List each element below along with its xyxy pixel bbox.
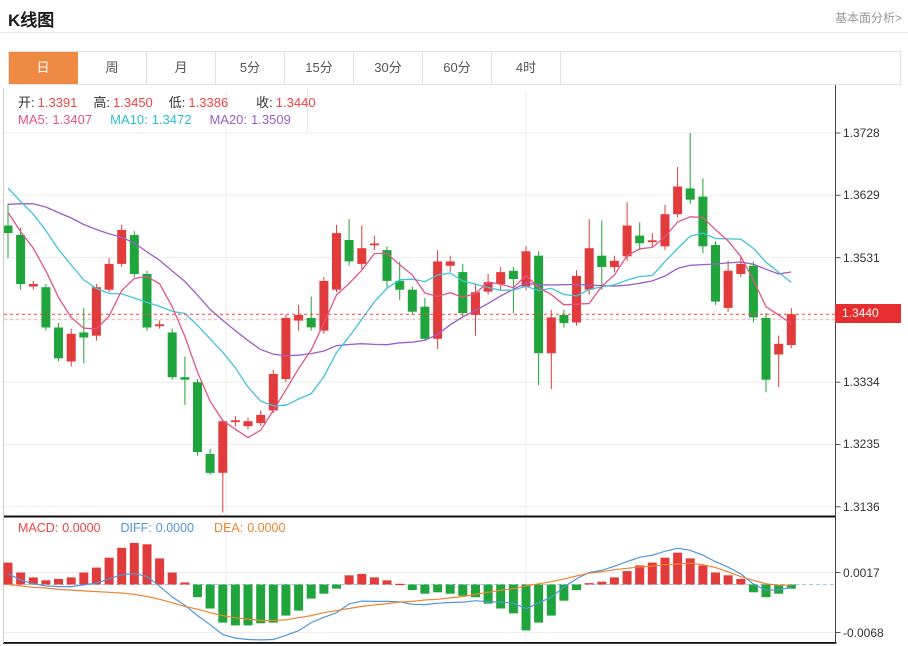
- fundamental-analysis-link[interactable]: 基本面分析>: [835, 9, 902, 26]
- ma10-label: MA10:: [110, 112, 148, 127]
- current-price-badge: 1.3440: [835, 304, 901, 323]
- dea-value: 0.0000: [247, 521, 285, 535]
- price-tick-label: 1.3629: [843, 188, 880, 202]
- macd-value: 0.0000: [62, 521, 100, 535]
- dea-label: DEA:: [214, 521, 243, 535]
- tab-60min[interactable]: 60分: [423, 52, 492, 84]
- close-value: 1.3440: [276, 95, 316, 110]
- tab-30min[interactable]: 30分: [354, 52, 423, 84]
- page-title: K线图: [8, 6, 54, 31]
- ma5-value: 1.3407: [52, 112, 92, 127]
- ma10-value: 1.3472: [152, 112, 192, 127]
- price-tick-label: 1.3728: [843, 126, 880, 140]
- axis-ticks: [836, 133, 841, 633]
- gridlines: [4, 88, 835, 643]
- macd-hist-readout: MACD: 0.0000: [18, 521, 101, 535]
- open-label: 开:: [18, 95, 35, 110]
- ma20-value: 1.3509: [251, 112, 291, 127]
- macd-histogram: [4, 543, 796, 631]
- price-tick-label: 1.3136: [843, 500, 880, 514]
- ma5-label: MA5:: [18, 112, 48, 127]
- dea-readout: DEA: 0.0000: [214, 521, 285, 535]
- ma20-label: MA20:: [209, 112, 247, 127]
- ma20-readout: MA20: 1.3509: [209, 112, 290, 127]
- ma-readout: MA5: 1.3407 MA10: 1.3472 MA20: 1.3509: [18, 112, 291, 127]
- bottom-border: [3, 642, 837, 644]
- macd-readout: MACD: 0.0000 DIFF: 0.0000 DEA: 0.0000: [18, 521, 285, 535]
- tab-5min[interactable]: 5分: [216, 52, 285, 84]
- ma10-readout: MA10: 1.3472: [110, 112, 191, 127]
- tab-week[interactable]: 周: [78, 52, 147, 84]
- diff-readout: DIFF: 0.0000: [121, 521, 194, 535]
- high-label: 高:: [93, 95, 110, 110]
- diff-value: 0.0000: [156, 521, 194, 535]
- macd-tick-label: -0.0068: [843, 626, 884, 640]
- tab-15min[interactable]: 15分: [285, 52, 354, 84]
- price-tick-label: 1.3334: [843, 375, 880, 389]
- low-value: 1.3386: [188, 95, 228, 110]
- price-tick-label: 1.3235: [843, 437, 880, 451]
- tab-month[interactable]: 月: [147, 52, 216, 84]
- macd-tick-label: 0.0017: [843, 566, 880, 580]
- price-tick-label: 1.3531: [843, 251, 880, 265]
- tab-day[interactable]: 日: [9, 52, 78, 84]
- kline-page: { "header": { "title": "K线图", "fundament…: [0, 0, 908, 646]
- title-divider: [0, 32, 908, 33]
- tab-4hour[interactable]: 4时: [492, 52, 561, 84]
- ohlc-readout: 开:1.3391 高:1.3450 低:1.3386 收:1.3440: [18, 92, 316, 111]
- period-tabbar: 日 周 月 5分 15分 30分 60分 4时: [8, 51, 901, 85]
- close-label: 收:: [256, 95, 273, 110]
- panel-separator: [3, 516, 836, 518]
- high-value: 1.3450: [113, 95, 153, 110]
- low-label: 低:: [169, 95, 186, 110]
- macd-label: MACD:: [18, 521, 58, 535]
- candles-layer: [4, 133, 796, 513]
- open-value: 1.3391: [38, 95, 78, 110]
- ma5-readout: MA5: 1.3407: [18, 112, 92, 127]
- diff-label: DIFF:: [121, 521, 152, 535]
